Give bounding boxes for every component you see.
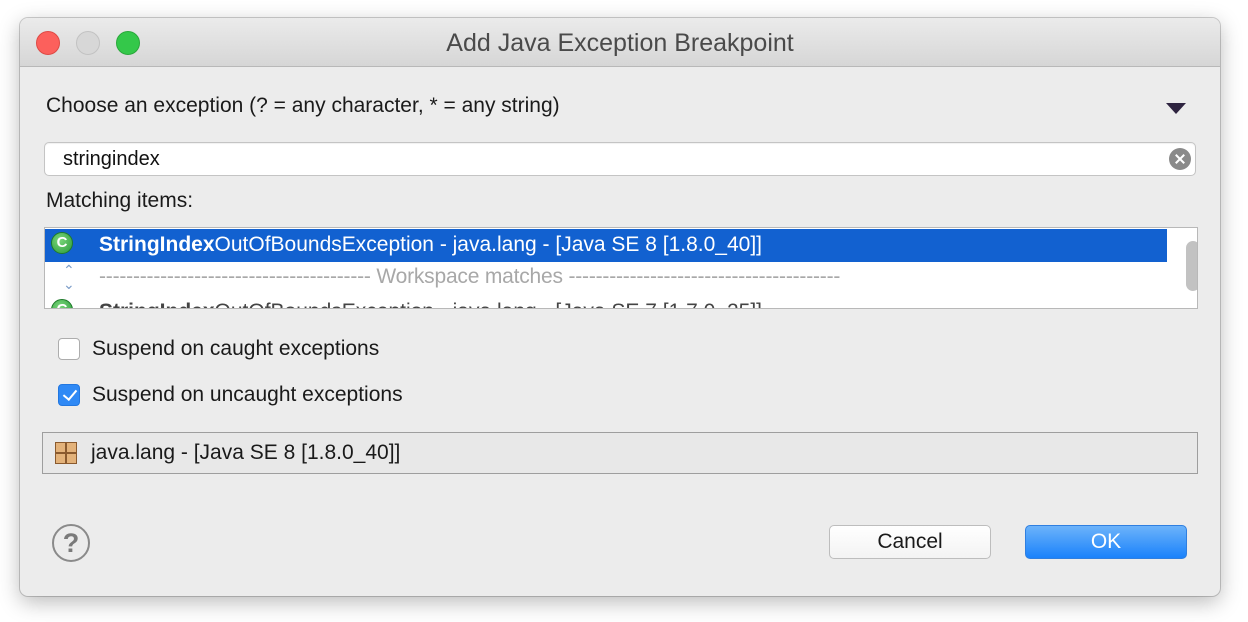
scrollbar-thumb[interactable] — [1186, 241, 1197, 291]
package-info-text: java.lang - [Java SE 8 [1.8.0_40]] — [91, 441, 401, 464]
suspend-uncaught-label[interactable]: Suspend on uncaught exceptions — [92, 383, 403, 407]
package-icon — [55, 442, 77, 464]
list-item-label: StringIndexOutOfBoundsException - java.l… — [99, 233, 762, 257]
workspace-matches-separator: ⌃ ⌄ -------------------------------------… — [45, 263, 1167, 296]
title-bar: Add Java Exception Breakpoint — [20, 18, 1220, 67]
list-item[interactable]: C StringIndexOutOfBoundsException - java… — [45, 229, 1167, 262]
list-item-match-text: StringIndex — [99, 233, 215, 256]
matching-items-list[interactable]: C StringIndexOutOfBoundsException - java… — [44, 227, 1198, 309]
dialog-window: Add Java Exception Breakpoint Choose an … — [20, 18, 1220, 596]
view-menu-dropdown-icon[interactable] — [1166, 103, 1186, 114]
help-button[interactable]: ? — [52, 524, 90, 562]
exception-search-field — [44, 142, 1196, 176]
list-item-label: StringIndexOutOfBoundsException - java.l… — [99, 300, 763, 308]
separator-label: ----------------------------------------… — [99, 265, 841, 288]
exception-search-input[interactable] — [63, 145, 1153, 173]
suspend-caught-label[interactable]: Suspend on caught exceptions — [92, 337, 379, 361]
package-info-field: java.lang - [Java SE 8 [1.8.0_40]] — [42, 432, 1198, 474]
suspend-caught-checkbox[interactable] — [58, 338, 80, 360]
list-scrollbar[interactable] — [1186, 228, 1197, 308]
ok-button[interactable]: OK — [1025, 525, 1187, 559]
class-icon: C — [51, 299, 73, 308]
list-item-rest-text: OutOfBoundsException - java.lang - [Java… — [215, 300, 763, 308]
list-item-rest-text: OutOfBoundsException - java.lang - [Java… — [214, 233, 763, 256]
exception-prompt-label: Choose an exception (? = any character, … — [46, 94, 560, 117]
matching-items-label: Matching items: — [46, 189, 194, 212]
list-item[interactable]: C StringIndexOutOfBoundsException - java… — [45, 296, 1167, 308]
class-icon: C — [51, 232, 73, 254]
list-item-match-text: StringIndex — [99, 300, 215, 308]
window-title: Add Java Exception Breakpoint — [446, 29, 794, 57]
suspend-uncaught-checkbox[interactable] — [58, 384, 80, 406]
clear-search-icon[interactable] — [1169, 148, 1191, 170]
cancel-button[interactable]: Cancel — [829, 525, 991, 559]
expand-collapse-icon: ⌃ ⌄ — [63, 262, 75, 292]
